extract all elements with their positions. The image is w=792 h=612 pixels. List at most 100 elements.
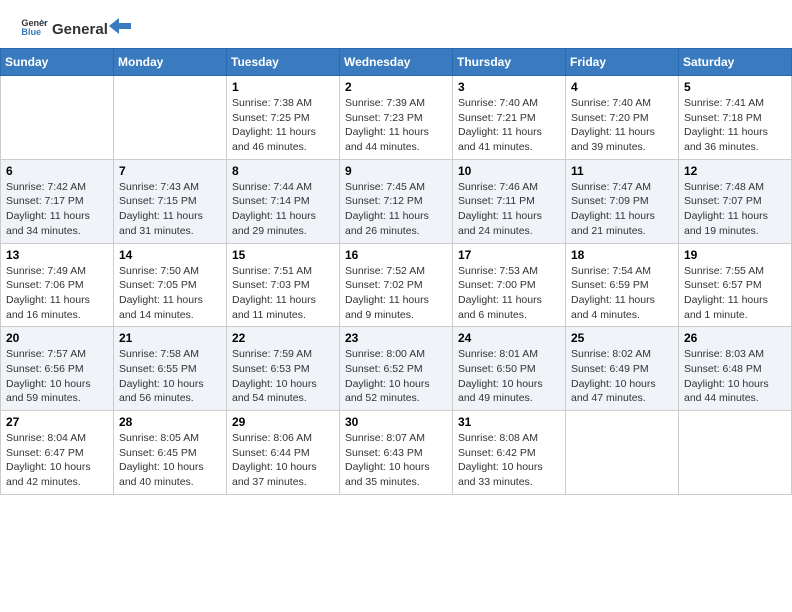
day-number: 16: [345, 248, 447, 262]
calendar-week-row: 27 Sunrise: 8:04 AM Sunset: 6:47 PM Dayli…: [1, 411, 792, 495]
logo-general: General: [52, 21, 108, 38]
day-number: 15: [232, 248, 334, 262]
calendar-cell: 22 Sunrise: 7:59 AM Sunset: 6:53 PM Dayli…: [227, 327, 340, 411]
svg-text:Blue: Blue: [21, 27, 41, 37]
day-info: Sunrise: 7:53 AM Sunset: 7:00 PM Dayligh…: [458, 264, 560, 323]
calendar-cell: 6 Sunrise: 7:42 AM Sunset: 7:17 PM Daylig…: [1, 159, 114, 243]
calendar-cell: 19 Sunrise: 7:55 AM Sunset: 6:57 PM Dayli…: [679, 243, 792, 327]
day-number: 23: [345, 331, 447, 345]
calendar-cell: 21 Sunrise: 7:58 AM Sunset: 6:55 PM Dayli…: [114, 327, 227, 411]
calendar-cell: 12 Sunrise: 7:48 AM Sunset: 7:07 PM Dayli…: [679, 159, 792, 243]
day-number: 3: [458, 80, 560, 94]
day-number: 4: [571, 80, 673, 94]
calendar-cell: 30 Sunrise: 8:07 AM Sunset: 6:43 PM Dayli…: [340, 411, 453, 495]
day-info: Sunrise: 7:58 AM Sunset: 6:55 PM Dayligh…: [119, 347, 221, 406]
page-header: General Blue General: [0, 0, 792, 48]
day-number: 11: [571, 164, 673, 178]
calendar-cell: 8Sunrise: 7:44 AM Sunset: 7:14 PM Daylig…: [227, 159, 340, 243]
calendar-cell: 11 Sunrise: 7:47 AM Sunset: 7:09 PM Dayli…: [566, 159, 679, 243]
calendar-cell: 3 Sunrise: 7:40 AM Sunset: 7:21 PM Daylig…: [453, 76, 566, 160]
day-number: 28: [119, 415, 221, 429]
day-number: 8: [232, 164, 334, 178]
column-header-tuesday: Tuesday: [227, 49, 340, 76]
calendar-cell: 26 Sunrise: 8:03 AM Sunset: 6:48 PM Dayli…: [679, 327, 792, 411]
day-number: 2: [345, 80, 447, 94]
calendar-cell: 25Sunrise: 8:02 AM Sunset: 6:49 PM Dayli…: [566, 327, 679, 411]
day-number: 19: [684, 248, 786, 262]
day-number: 22: [232, 331, 334, 345]
day-number: 9: [345, 164, 447, 178]
day-number: 30: [345, 415, 447, 429]
calendar-cell: 18 Sunrise: 7:54 AM Sunset: 6:59 PM Dayli…: [566, 243, 679, 327]
day-info: Sunrise: 7:52 AM Sunset: 7:02 PM Dayligh…: [345, 264, 447, 323]
calendar-header-row: SundayMondayTuesdayWednesdayThursdayFrid…: [1, 49, 792, 76]
logo-arrow-icon: [109, 18, 131, 34]
column-header-saturday: Saturday: [679, 49, 792, 76]
day-number: 26: [684, 331, 786, 345]
day-info: Sunrise: 7:43 AM Sunset: 7:15 PM Dayligh…: [119, 180, 221, 239]
day-info: Sunrise: 7:40 AM Sunset: 7:20 PM Dayligh…: [571, 96, 673, 155]
calendar-cell: 28 Sunrise: 8:05 AM Sunset: 6:45 PM Dayli…: [114, 411, 227, 495]
calendar-cell: [114, 76, 227, 160]
calendar-week-row: 13 Sunrise: 7:49 AM Sunset: 7:06 PM Dayli…: [1, 243, 792, 327]
day-number: 6: [6, 164, 108, 178]
day-number: 7: [119, 164, 221, 178]
day-info: Sunrise: 7:54 AM Sunset: 6:59 PM Dayligh…: [571, 264, 673, 323]
calendar-cell: 4 Sunrise: 7:40 AM Sunset: 7:20 PM Daylig…: [566, 76, 679, 160]
day-info: Sunrise: 7:40 AM Sunset: 7:21 PM Dayligh…: [458, 96, 560, 155]
calendar-cell: 27 Sunrise: 8:04 AM Sunset: 6:47 PM Dayli…: [1, 411, 114, 495]
logo: General Blue General: [20, 12, 133, 40]
day-number: 18: [571, 248, 673, 262]
calendar-cell: 13 Sunrise: 7:49 AM Sunset: 7:06 PM Dayli…: [1, 243, 114, 327]
day-number: 24: [458, 331, 560, 345]
calendar-table: SundayMondayTuesdayWednesdayThursdayFrid…: [0, 48, 792, 495]
day-number: 13: [6, 248, 108, 262]
day-info: Sunrise: 8:06 AM Sunset: 6:44 PM Dayligh…: [232, 431, 334, 490]
day-info: Sunrise: 8:01 AM Sunset: 6:50 PM Dayligh…: [458, 347, 560, 406]
day-number: 14: [119, 248, 221, 262]
day-info: Sunrise: 7:51 AM Sunset: 7:03 PM Dayligh…: [232, 264, 334, 323]
day-info: Sunrise: 7:46 AM Sunset: 7:11 PM Dayligh…: [458, 180, 560, 239]
calendar-cell: [1, 76, 114, 160]
calendar-cell: 24 Sunrise: 8:01 AM Sunset: 6:50 PM Dayli…: [453, 327, 566, 411]
calendar-cell: 1 Sunrise: 7:38 AM Sunset: 7:25 PM Daylig…: [227, 76, 340, 160]
day-info: Sunrise: 7:48 AM Sunset: 7:07 PM Dayligh…: [684, 180, 786, 239]
calendar-week-row: 20Sunrise: 7:57 AM Sunset: 6:56 PM Dayli…: [1, 327, 792, 411]
day-number: 12: [684, 164, 786, 178]
day-info: Sunrise: 8:07 AM Sunset: 6:43 PM Dayligh…: [345, 431, 447, 490]
column-header-sunday: Sunday: [1, 49, 114, 76]
day-info: Sunrise: 7:47 AM Sunset: 7:09 PM Dayligh…: [571, 180, 673, 239]
day-info: Sunrise: 7:42 AM Sunset: 7:17 PM Dayligh…: [6, 180, 108, 239]
day-info: Sunrise: 7:50 AM Sunset: 7:05 PM Dayligh…: [119, 264, 221, 323]
day-info: Sunrise: 8:08 AM Sunset: 6:42 PM Dayligh…: [458, 431, 560, 490]
day-number: 21: [119, 331, 221, 345]
day-number: 17: [458, 248, 560, 262]
day-info: Sunrise: 7:59 AM Sunset: 6:53 PM Dayligh…: [232, 347, 334, 406]
calendar-cell: 29Sunrise: 8:06 AM Sunset: 6:44 PM Dayli…: [227, 411, 340, 495]
day-number: 27: [6, 415, 108, 429]
column-header-monday: Monday: [114, 49, 227, 76]
day-number: 20: [6, 331, 108, 345]
day-number: 5: [684, 80, 786, 94]
day-info: Sunrise: 8:00 AM Sunset: 6:52 PM Dayligh…: [345, 347, 447, 406]
day-info: Sunrise: 7:55 AM Sunset: 6:57 PM Dayligh…: [684, 264, 786, 323]
column-header-wednesday: Wednesday: [340, 49, 453, 76]
column-header-friday: Friday: [566, 49, 679, 76]
day-info: Sunrise: 8:05 AM Sunset: 6:45 PM Dayligh…: [119, 431, 221, 490]
calendar-cell: 2 Sunrise: 7:39 AM Sunset: 7:23 PM Daylig…: [340, 76, 453, 160]
day-info: Sunrise: 7:45 AM Sunset: 7:12 PM Dayligh…: [345, 180, 447, 239]
day-info: Sunrise: 8:02 AM Sunset: 6:49 PM Dayligh…: [571, 347, 673, 406]
day-info: Sunrise: 7:49 AM Sunset: 7:06 PM Dayligh…: [6, 264, 108, 323]
calendar-cell: 23 Sunrise: 8:00 AM Sunset: 6:52 PM Dayli…: [340, 327, 453, 411]
calendar-cell: 14 Sunrise: 7:50 AM Sunset: 7:05 PM Dayli…: [114, 243, 227, 327]
calendar-cell: 5Sunrise: 7:41 AM Sunset: 7:18 PM Daylig…: [679, 76, 792, 160]
day-info: Sunrise: 7:39 AM Sunset: 7:23 PM Dayligh…: [345, 96, 447, 155]
day-info: Sunrise: 8:04 AM Sunset: 6:47 PM Dayligh…: [6, 431, 108, 490]
day-info: Sunrise: 7:38 AM Sunset: 7:25 PM Dayligh…: [232, 96, 334, 155]
day-info: Sunrise: 8:03 AM Sunset: 6:48 PM Dayligh…: [684, 347, 786, 406]
calendar-week-row: 1 Sunrise: 7:38 AM Sunset: 7:25 PM Daylig…: [1, 76, 792, 160]
calendar-cell: 7 Sunrise: 7:43 AM Sunset: 7:15 PM Daylig…: [114, 159, 227, 243]
calendar-cell: 9 Sunrise: 7:45 AM Sunset: 7:12 PM Daylig…: [340, 159, 453, 243]
calendar-week-row: 6 Sunrise: 7:42 AM Sunset: 7:17 PM Daylig…: [1, 159, 792, 243]
day-number: 1: [232, 80, 334, 94]
